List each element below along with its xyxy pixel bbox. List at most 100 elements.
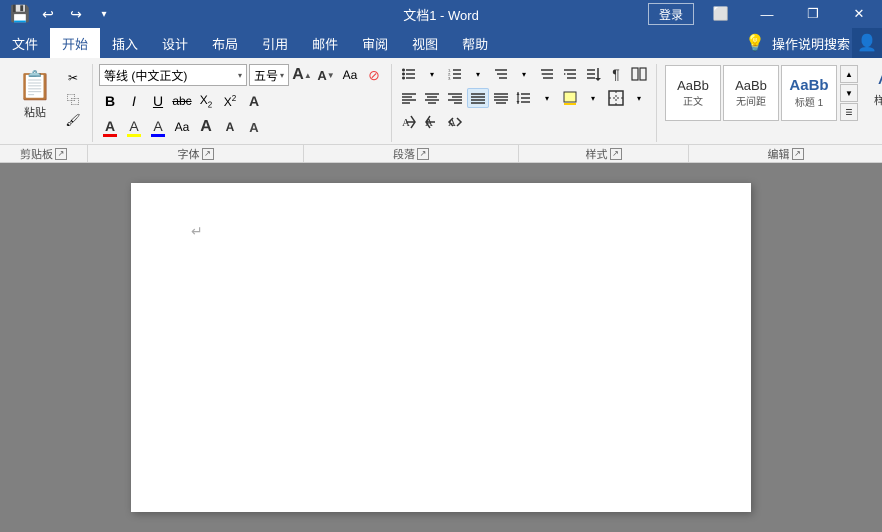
grow-text-button[interactable]: A xyxy=(195,116,217,138)
para-row-3: A A A xyxy=(398,112,650,132)
superscript-button[interactable]: X2 xyxy=(219,90,241,112)
menu-item-file[interactable]: 文件 xyxy=(0,28,50,58)
strikethrough-button[interactable]: abc xyxy=(171,90,193,112)
font-name-selector[interactable]: 等线 (中文正文) ▾ xyxy=(99,64,247,86)
menu-item-review[interactable]: 审阅 xyxy=(350,28,400,58)
char-spacing-button[interactable]: A xyxy=(243,116,265,138)
ribbon-content: 📋 粘贴 ✂ ⿻ 🖌 xyxy=(0,62,882,144)
font-group: 等线 (中文正文) ▾ 五号 ▾ A▲ A▼ Aa xyxy=(93,64,392,142)
font-grow-button[interactable]: A▲ xyxy=(291,64,313,86)
document-page[interactable]: ↵ xyxy=(131,183,751,512)
user-icon: 👤 xyxy=(857,33,877,53)
multilevel-list-button[interactable] xyxy=(490,64,512,84)
font-shrink-button[interactable]: A▼ xyxy=(315,64,337,86)
style-heading1-button[interactable]: AaBb 标题 1 xyxy=(781,65,837,121)
show-marks-button[interactable]: ¶ xyxy=(605,64,627,84)
redo-button[interactable]: ↪ xyxy=(64,0,88,28)
change-case-button[interactable]: Aa xyxy=(339,64,361,86)
styles-icon: A xyxy=(878,67,882,90)
menu-item-view[interactable]: 视图 xyxy=(400,28,450,58)
font-expand-icon[interactable]: ↗ xyxy=(202,148,214,160)
menu-item-references[interactable]: 引用 xyxy=(250,28,300,58)
distributed-button[interactable] xyxy=(490,88,512,108)
search-label[interactable]: 操作说明搜索 xyxy=(772,34,850,53)
ribbon-group-labels: 剪贴板 ↗ 字体 ↗ 段落 ↗ 样式 ↗ 编辑 ↗ xyxy=(0,144,882,162)
sort-button[interactable] xyxy=(582,64,604,84)
columns-button[interactable] xyxy=(628,64,650,84)
menu-item-design[interactable]: 设计 xyxy=(150,28,200,58)
format-painter-button[interactable]: 🖌 xyxy=(62,110,84,130)
paste-button[interactable]: 📋 粘贴 xyxy=(10,64,60,124)
style-no-spacing-button[interactable]: AaBb 无间距 xyxy=(723,65,779,121)
font-size-selector[interactable]: 五号 ▾ xyxy=(249,64,289,86)
format-painter-icon: 🖌 xyxy=(65,113,80,127)
align-left-button[interactable] xyxy=(398,88,420,108)
close-icon: ✕ xyxy=(854,6,865,22)
line-spacing-arrow[interactable]: ▾ xyxy=(536,88,558,108)
text-direction-button[interactable]: A xyxy=(398,112,420,132)
svg-text:A: A xyxy=(402,117,410,129)
font-size-dropdown-arrow: ▾ xyxy=(280,71,284,80)
style-normal-button[interactable]: AaBb 正文 xyxy=(665,65,721,121)
bullet-list-button[interactable] xyxy=(398,64,420,84)
close-button[interactable]: ✕ xyxy=(836,0,882,28)
styles-expand-button[interactable]: ☰ xyxy=(840,103,858,121)
redo-icon: ↪ xyxy=(70,6,82,23)
undo-button[interactable]: ↩ xyxy=(36,0,60,28)
menu-item-mail[interactable]: 邮件 xyxy=(300,28,350,58)
text-direction2-button[interactable]: A xyxy=(421,112,443,132)
text-effect-button[interactable]: A xyxy=(243,90,265,112)
decrease-indent-button[interactable] xyxy=(536,64,558,84)
highlight-color-button[interactable]: A xyxy=(123,116,145,138)
styles-expand-icon[interactable]: ↗ xyxy=(610,148,622,160)
text-direction3-button[interactable]: A xyxy=(444,112,466,132)
bullet-list-arrow[interactable]: ▾ xyxy=(421,64,443,84)
login-button[interactable]: 登录 xyxy=(648,3,694,25)
copy-button[interactable]: ⿻ xyxy=(62,89,84,109)
font-color2-button[interactable]: A xyxy=(147,116,169,138)
italic-button[interactable]: I xyxy=(123,90,145,112)
title-bar-left: 💾 ↩ ↪ ▾ xyxy=(8,0,116,28)
borders-button[interactable] xyxy=(605,88,627,108)
copy-icon: ⿻ xyxy=(67,91,79,108)
clipboard-expand-icon[interactable]: ↗ xyxy=(55,148,67,160)
minimize-button[interactable]: — xyxy=(744,0,790,28)
clear-formatting-button[interactable]: ⊘ xyxy=(363,64,385,86)
subscript-button[interactable]: X2 xyxy=(195,90,217,112)
justify-button[interactable] xyxy=(467,88,489,108)
user-account-button[interactable]: 👤 xyxy=(852,28,882,58)
styles-scroll-down[interactable]: ▼ xyxy=(840,84,858,102)
restore-button[interactable]: ❐ xyxy=(790,0,836,28)
styles-thumbnails: AaBb 正文 AaBb 无间距 AaBb 标题 1 ▲ xyxy=(665,65,859,121)
borders-arrow[interactable]: ▾ xyxy=(628,88,650,108)
menu-item-help[interactable]: 帮助 xyxy=(450,28,500,58)
increase-indent-button[interactable] xyxy=(559,64,581,84)
line-spacing-button[interactable] xyxy=(513,88,535,108)
align-right-button[interactable] xyxy=(444,88,466,108)
menu-item-insert[interactable]: 插入 xyxy=(100,28,150,58)
styles-scroll-up[interactable]: ▲ xyxy=(840,65,858,83)
numbered-list-arrow[interactable]: ▾ xyxy=(467,64,489,84)
shading-arrow[interactable]: ▾ xyxy=(582,88,604,108)
styles-panel-button[interactable]: A 样式 ▾ xyxy=(863,64,882,122)
underline-button[interactable]: U xyxy=(147,90,169,112)
align-center-button[interactable] xyxy=(421,88,443,108)
customize-quick-access-button[interactable]: ▾ xyxy=(92,0,116,28)
paragraph-group: ▾ 1.2.3. ▾ ▾ xyxy=(392,64,657,142)
font-color-button[interactable]: A xyxy=(99,116,121,138)
menu-item-home[interactable]: 开始 xyxy=(50,28,100,58)
save-button[interactable]: 💾 xyxy=(8,0,32,28)
shading-button[interactable] xyxy=(559,88,581,108)
ribbon-display-button[interactable]: ⬜ xyxy=(698,0,744,28)
multilevel-list-arrow[interactable]: ▾ xyxy=(513,64,535,84)
numbered-list-button[interactable]: 1.2.3. xyxy=(444,64,466,84)
bold-button[interactable]: B xyxy=(99,90,121,112)
para-expand-icon[interactable]: ↗ xyxy=(417,148,429,160)
menu-item-layout[interactable]: 布局 xyxy=(200,28,250,58)
shrink-text-button[interactable]: A xyxy=(219,116,241,138)
font-row-1: 等线 (中文正文) ▾ 五号 ▾ A▲ A▼ Aa xyxy=(99,64,385,86)
cut-button[interactable]: ✂ xyxy=(62,68,84,88)
cut-icon: ✂ xyxy=(68,71,78,85)
editing-expand-icon[interactable]: ↗ xyxy=(792,148,804,160)
case-button2[interactable]: Aa xyxy=(171,116,193,138)
